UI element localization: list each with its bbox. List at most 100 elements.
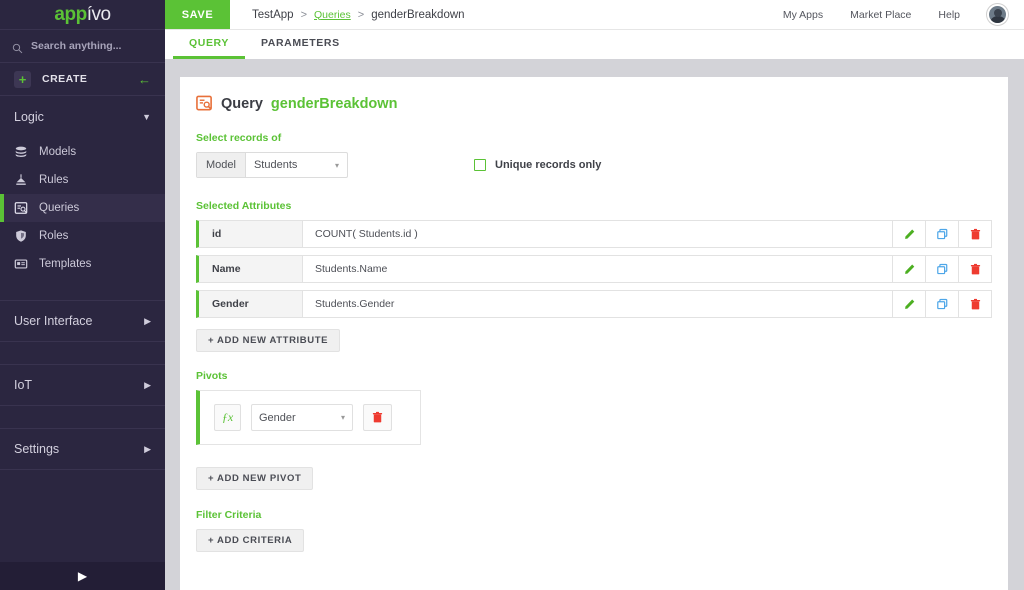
add-criteria-button[interactable]: + ADD CRITERIA [196,529,305,552]
tab-parameters[interactable]: PARAMETERS [245,30,356,59]
breadcrumb-separator-1: > [300,8,307,21]
model-row: Model Students ▾ Unique records only [196,152,992,178]
delete-attribute-button[interactable] [958,256,991,282]
attribute-name: Gender [199,291,303,317]
table-row[interactable]: id COUNT( Students.id ) [196,220,992,248]
query-icon [14,201,28,215]
sidebar-item-templates[interactable]: Templates [0,250,165,278]
sidebar-item-templates-label: Templates [39,258,92,270]
breadcrumb-separator-2: > [357,8,365,21]
attribute-value: Students.Name [315,263,388,275]
table-row[interactable]: Name Students.Name [196,255,992,283]
sidebar-item-roles[interactable]: Roles [0,222,165,250]
chevron-right-icon: ▶ [144,443,151,454]
breadcrumb: TestApp > Queries > genderBreakdown [230,0,465,29]
plus-icon: + [14,70,31,88]
pivot-row: ƒx Gender ▾ [196,390,421,445]
template-icon [14,257,28,271]
edit-attribute-button[interactable] [892,291,925,317]
unique-records-checkbox[interactable] [474,159,486,171]
sidebar-group-settings[interactable]: Settings ▶ [0,428,165,470]
pivot-select[interactable]: Gender ▾ [251,404,353,431]
breadcrumb-queries-link[interactable]: Queries [314,9,351,21]
query-card-body: Query genderBreakdown Select records of … [180,77,1008,590]
chevron-down-icon: ▾ [334,160,339,170]
page-title: Query genderBreakdown [196,95,992,112]
sidebar-item-models[interactable]: Models [0,138,165,166]
create-label: CREATE [42,73,88,85]
search-input[interactable] [31,40,151,52]
model-select-prefix: Model [197,153,246,177]
add-new-attribute-button[interactable]: + ADD NEW ATTRIBUTE [196,329,341,352]
attribute-name: Name [199,256,303,282]
logo-text: appívo [54,4,111,25]
sidebar-group-iot[interactable]: IoT ▶ [0,364,165,406]
chevron-right-icon: ▶ [144,379,151,390]
page-title-prefix: Query [221,95,263,112]
sidebar-group-user-interface[interactable]: User Interface ▶ [0,300,165,342]
sidebar-group-user-interface-label: User Interface [14,314,93,328]
model-select[interactable]: Model Students ▾ [196,152,348,178]
sidebar-group-iot-label: IoT [14,378,33,392]
sidebar-filler [0,470,165,562]
delete-pivot-button[interactable] [363,404,392,431]
breadcrumb-current: genderBreakdown [371,8,465,21]
nav-my-apps[interactable]: My Apps [783,9,823,21]
search-icon [12,41,23,53]
pivot-function-button[interactable]: ƒx [214,404,241,431]
attribute-value: Students.Gender [315,298,395,310]
pivots-label: Pivots [196,370,228,382]
tab-query[interactable]: QUERY [173,30,245,59]
tab-bar: QUERY PARAMETERS [165,30,1024,59]
chevron-down-icon: ▼ [142,112,151,122]
filter-criteria-label: Filter Criteria [196,509,262,521]
query-document-icon [196,95,213,112]
selected-attributes-label: Selected Attributes [196,200,292,212]
delete-attribute-button[interactable] [958,221,991,247]
copy-attribute-button[interactable] [925,291,958,317]
attributes-table: id COUNT( Students.id ) Name Students.Na… [196,220,992,318]
edit-attribute-button[interactable] [892,221,925,247]
add-new-pivot-button[interactable]: + ADD NEW PIVOT [196,467,314,490]
logo[interactable]: appívo [0,0,165,30]
sidebar-item-roles-label: Roles [39,230,69,242]
logo-part-vo: vo [91,4,111,25]
main-area: SAVE TestApp > Queries > genderBreakdown… [165,0,1024,590]
attribute-name: id [199,221,303,247]
run-preview-button[interactable]: ▶ [0,562,165,590]
search-bar[interactable] [0,30,165,63]
sidebar: appívo + CREATE ← Logic ▼ Models [0,0,165,590]
chevron-right-icon: ▶ [144,315,151,326]
sidebar-item-queries[interactable]: Queries [0,194,165,222]
breadcrumb-app[interactable]: TestApp [252,9,294,21]
delete-attribute-button[interactable] [958,291,991,317]
save-button[interactable]: SAVE [165,0,230,29]
sidebar-group-logic-label: Logic [14,110,44,124]
arrow-left-icon[interactable]: ← [138,73,151,86]
copy-attribute-button[interactable] [925,221,958,247]
logo-part-app: app [54,4,87,25]
model-select-value: Students [253,159,298,171]
top-nav: My Apps Market Place Help [783,0,1024,29]
edit-attribute-button[interactable] [892,256,925,282]
attribute-value: COUNT( Students.id ) [315,228,418,240]
play-icon: ▶ [77,569,88,583]
sidebar-group-logic[interactable]: Logic ▼ [0,96,165,138]
copy-attribute-button[interactable] [925,256,958,282]
table-row[interactable]: Gender Students.Gender [196,290,992,318]
page-title-name: genderBreakdown [270,95,398,112]
user-avatar[interactable] [987,4,1008,25]
select-records-label: Select records of [196,132,282,144]
nav-market-place[interactable]: Market Place [850,9,911,21]
app-root: appívo + CREATE ← Logic ▼ Models [0,0,1024,590]
sidebar-item-rules[interactable]: Rules [0,166,165,194]
sidebar-item-rules-label: Rules [39,174,69,186]
top-bar: SAVE TestApp > Queries > genderBreakdown… [165,0,1024,30]
sidebar-item-queries-label: Queries [39,202,80,214]
nav-help[interactable]: Help [938,9,960,21]
pivot-select-value: Gender [259,411,296,424]
chevron-down-icon: ▾ [340,413,345,422]
create-button[interactable]: + CREATE ← [0,63,165,96]
unique-records-row[interactable]: Unique records only [474,159,601,171]
